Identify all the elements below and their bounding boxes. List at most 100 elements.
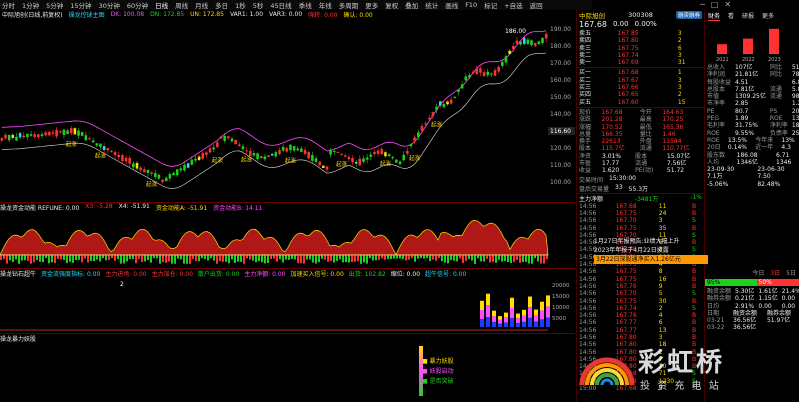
period-tab-3[interactable]: 15分钟 <box>70 0 91 10</box>
candle-body <box>311 155 314 161</box>
momentum-bar <box>519 255 521 263</box>
candle-body <box>51 132 55 134</box>
sell-cell: 卖五 <box>579 30 592 37</box>
date-cell: 82.48% <box>757 180 781 188</box>
diamond-bar-yellow <box>510 297 514 308</box>
period-tab-2[interactable]: 5分钟 <box>46 0 63 10</box>
period-tab-10[interactable]: 1秒 <box>235 0 246 10</box>
period-tab-0[interactable]: 分时 <box>2 0 15 10</box>
tick-cell: B <box>691 319 697 327</box>
diamond-bar-magenta <box>510 307 514 319</box>
tool-4[interactable]: F10 <box>465 1 477 9</box>
period-tab-1[interactable]: 1分钟 <box>22 0 39 10</box>
close-icon[interactable]: ✕ <box>724 0 731 9</box>
chart-title: 中际旭创(日线,前复权) <box>2 12 63 19</box>
tool-0[interactable]: 复权 <box>385 0 398 10</box>
indicator-value-3: VAR1: 1.00 <box>229 11 264 18</box>
momentum-bar <box>234 255 236 263</box>
diamond-bar-blue <box>492 322 496 327</box>
sell-cell: 167.80 <box>617 37 639 45</box>
diamond-bar-magenta <box>546 306 550 318</box>
momentum-bar <box>246 255 248 259</box>
candlestick-chart[interactable]: 190.00180.00170.00160.00150.00140.00130.… <box>0 19 575 201</box>
candle-body <box>424 123 427 125</box>
momentum-bar <box>282 255 284 263</box>
momentum-bar <box>399 255 401 259</box>
buy-row: 买三 167.66 3 <box>577 84 704 91</box>
period-tab-7[interactable]: 周线 <box>175 0 188 10</box>
panel4-legend: ■ 暴力妖股 ■ 妖股启动 ■ 是否突破 <box>422 357 454 387</box>
date-row: -5.06% 82.48% <box>705 181 799 188</box>
holder-cell: 1346 <box>776 158 792 166</box>
tool-7[interactable]: 返回 <box>530 0 543 10</box>
hk-tab-1[interactable]: 3日 <box>770 268 780 277</box>
tick-row: 14:56 167.70 5 S <box>577 290 704 297</box>
momentum-bar <box>213 255 215 261</box>
fundamental-tab-2[interactable]: 研报 <box>742 11 754 21</box>
hk-tab-0[interactable]: 今日 <box>752 268 764 277</box>
indicator-name[interactable]: 操龙控球主图 <box>69 10 105 19</box>
tool-2[interactable]: 统计 <box>425 0 438 10</box>
period-tab-8[interactable]: 月线 <box>195 0 208 10</box>
buy-cell: 1 <box>677 69 682 77</box>
momentum-bar <box>69 255 71 262</box>
fundamental-tab-1[interactable]: 看 <box>728 11 734 21</box>
momentum-bar <box>114 255 116 261</box>
metric-cell: 21.81亿 <box>735 71 759 79</box>
period-tab-14[interactable]: 年线 <box>319 0 332 10</box>
candle-body <box>343 155 347 157</box>
metric-cell <box>768 100 790 107</box>
momentum-bar <box>132 255 134 260</box>
buy-signal-label: 起涨 <box>146 180 158 188</box>
momentum-bar <box>360 255 362 264</box>
candle-body <box>479 68 482 73</box>
holder-cell: 1346亿 <box>736 158 758 166</box>
period-tab-12[interactable]: 45日线 <box>270 0 291 10</box>
candle-body <box>292 146 296 151</box>
news-item-1[interactable]: 2023年年报于4月22日披露 <box>594 246 784 255</box>
minimize-icon[interactable]: ─ <box>700 0 705 9</box>
metric-cell: 5.85 <box>791 85 799 93</box>
tool-1[interactable]: 叠加 <box>405 0 418 10</box>
metric-cell: 流通 <box>769 93 782 101</box>
panel4-title[interactable]: 操龙暴力妖股 <box>0 334 36 343</box>
tick-cell: 167.68 <box>615 202 637 210</box>
period-tab-16[interactable]: 更多 <box>365 0 378 10</box>
flow-title[interactable]: 主力净额 <box>579 194 603 203</box>
candle-body <box>153 173 157 178</box>
momentum-bar <box>468 255 470 260</box>
period-tab-15[interactable]: 多周期 <box>339 0 359 10</box>
candle-body <box>347 156 351 160</box>
period-tab-13[interactable]: 季线 <box>299 0 312 10</box>
news-item-0[interactable]: 1月27日年报预告:业绩大幅上升 <box>594 237 784 246</box>
momentum-bar <box>339 255 341 260</box>
indicator-value-6: 确认: 0.00 <box>343 12 373 19</box>
tool-3[interactable]: 画线 <box>445 0 458 10</box>
period-tab-6[interactable]: 日线 <box>155 0 168 10</box>
tool-6[interactable]: +自选 <box>504 0 522 10</box>
period-tab-4[interactable]: 30分钟 <box>99 0 120 10</box>
momentum-bar <box>396 255 398 259</box>
hk-tab-2[interactable]: 5日 <box>786 268 796 277</box>
metric-cell: 13% <box>791 115 799 123</box>
tick-cell: 14:56 <box>579 268 597 276</box>
fundamental-tab-0[interactable]: 财务 <box>708 11 721 21</box>
margin-cell: 0.00 <box>781 302 796 310</box>
fundamental-tab-3[interactable]: 更多 <box>762 11 774 21</box>
maximize-icon[interactable]: □ <box>711 0 719 9</box>
momentum-bar <box>87 255 89 263</box>
momentum-bar <box>531 255 533 264</box>
candle-body <box>259 156 263 158</box>
momentum-bar <box>513 255 515 262</box>
period-tab-9[interactable]: 多日 <box>215 0 228 10</box>
candle-body <box>161 179 164 183</box>
period-tab-5[interactable]: 60分钟 <box>127 0 148 10</box>
momentum-bar <box>255 255 257 263</box>
stat-cell: 115.7亿 <box>601 145 625 153</box>
tick-cell: 167.70 <box>615 217 637 225</box>
period-tab-11[interactable]: 5秒 <box>253 0 264 10</box>
news-item-2[interactable]: 3月22日深股通净买入1.26亿元 <box>594 255 708 264</box>
tool-5[interactable]: 标记 <box>484 0 497 10</box>
tick-cell: 14:56 <box>579 290 597 298</box>
tick-cell: 167.75 <box>615 209 637 217</box>
